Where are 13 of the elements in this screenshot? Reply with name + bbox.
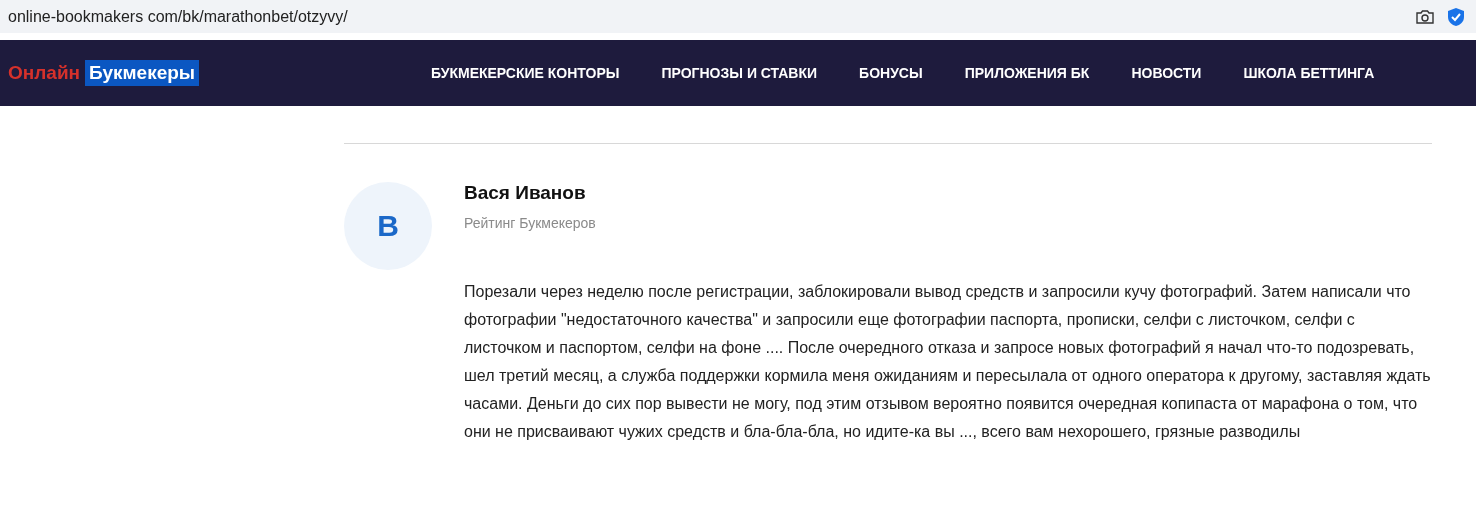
- nav-link[interactable]: ПРИЛОЖЕНИЯ БК: [964, 65, 1090, 81]
- nav-link[interactable]: НОВОСТИ: [1131, 65, 1202, 81]
- camera-icon[interactable]: [1416, 9, 1434, 24]
- nav-link[interactable]: ПРОГНОЗЫ И СТАВКИ: [661, 65, 818, 81]
- nav-link[interactable]: БОНУСЫ: [859, 65, 923, 81]
- avatar: В: [344, 182, 432, 270]
- site-logo[interactable]: Онлайн Букмекеры: [8, 60, 398, 86]
- author-name: Вася Иванов: [464, 182, 587, 204]
- shield-check-icon[interactable]: [1448, 7, 1464, 26]
- review-source: Рейтинг Букмекеров: [464, 215, 597, 231]
- review-text: Порезали через неделю после регистрации, заблокировали вывод средств и запросили кучу фотографий. Затем написали что фотографии "недостаточного качества" и запросили еще фотографии паспорта, прописки, селфи с листочком, селфи с листочком и паспортом, селфи на фоне .... После очередного отказа и запросе новых фотографий я начал что-то подозревать, шел третий месяц, а служба поддержки кормила меня ожиданиям и пересылала от одного оператора к другому, заставляя ждать часами. Деньги до сих пор вывести не могу, под этим отзывом вероятно появится очередная копипаста от марафона о том, что они не присваивают чужих средств и бла-бла-бла, но идите-ка вы ..., всего вам нехорошего, грязные разводилы: [464, 282, 1432, 442]
- nav-link[interactable]: БУКМЕКЕРСКИЕ КОНТОРЫ: [431, 65, 620, 81]
- nav-link[interactable]: ШКОЛА БЕТТИНГА: [1243, 65, 1375, 81]
